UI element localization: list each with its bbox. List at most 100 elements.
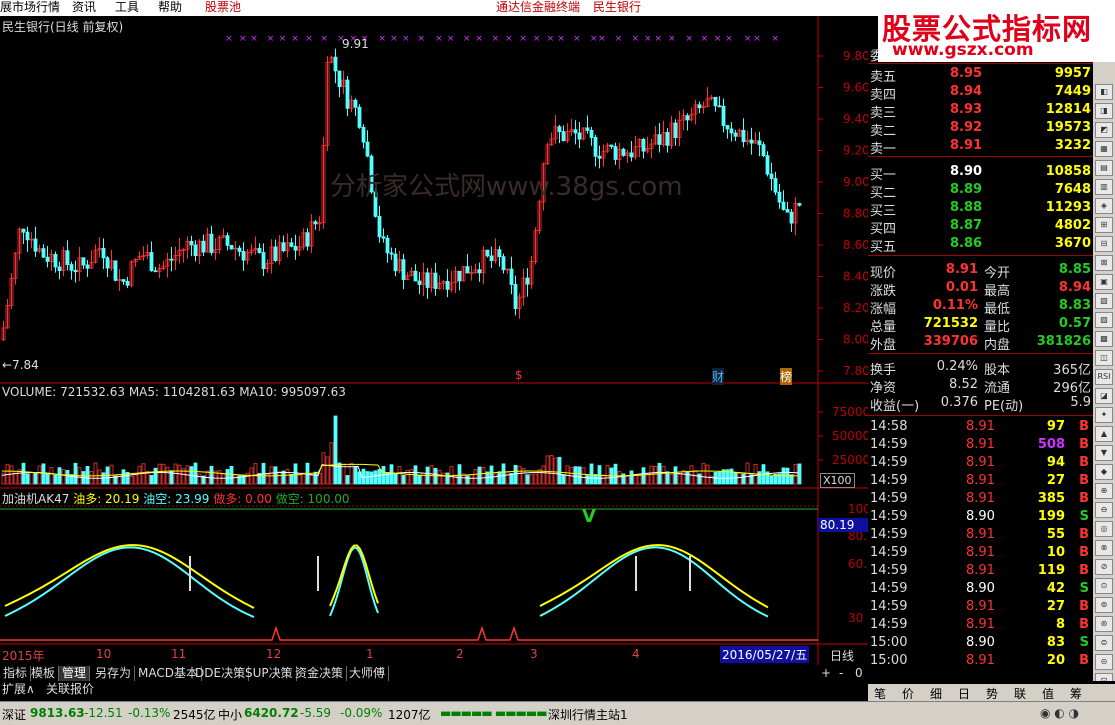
kline-chart[interactable]: 9.80 9.60 9.40 9.20 9.00 8.80 8.60 8.40 8.20 8.00… — [0, 16, 868, 666]
tab-template[interactable]: 模板 — [28, 666, 60, 681]
tab-save-as[interactable]: 另存为 — [92, 666, 136, 681]
signal-marker: × — [573, 34, 581, 44]
signal-marker: × — [753, 34, 761, 44]
menu-item-help[interactable]: 帮助 — [158, 0, 182, 15]
period-label[interactable]: 日线 — [830, 647, 854, 664]
tab-master[interactable]: 大师傅 — [346, 666, 390, 681]
candle-body — [225, 235, 230, 246]
menu-item-stock-pool[interactable]: 股票池 — [205, 0, 241, 15]
event-mark-finance[interactable]: 财 — [712, 368, 725, 385]
volume-bar — [33, 472, 38, 485]
toolbar-icon[interactable]: ▤ — [1095, 160, 1113, 176]
volume-bar — [697, 473, 702, 485]
zoom-in-button[interactable]: + — [818, 666, 834, 681]
tab-chips[interactable]: 筹 — [1070, 685, 1082, 702]
tab-tick[interactable]: 笔 — [874, 685, 886, 702]
chart-area[interactable]: 9.80 9.60 9.40 9.20 9.00 8.80 8.60 8.40 8.20 8.00… — [0, 16, 868, 666]
toolbar-icon[interactable]: ▦ — [1095, 141, 1113, 157]
toolbar-icon[interactable]: ▥ — [1095, 179, 1113, 195]
menu-link-terminal[interactable]: 通达信金融终端 — [496, 0, 580, 15]
toolbar-icon[interactable]: ⊝ — [1095, 654, 1113, 670]
ask-label: 卖一 — [870, 142, 897, 157]
tab-dde[interactable]: DDE决策 — [192, 666, 250, 681]
toolbar-icon[interactable]: ⊞ — [1095, 217, 1113, 233]
volume-bar — [533, 473, 538, 485]
tab-trend[interactable]: 势 — [986, 685, 998, 702]
toolbar-icon[interactable]: ◆ — [1095, 464, 1113, 480]
event-mark-dollar[interactable]: $ — [515, 368, 523, 382]
related-quote-button[interactable]: 关联报价 — [46, 682, 94, 697]
zoom-out-button[interactable]: - — [836, 666, 846, 681]
close-pane-button[interactable]: 0 — [852, 666, 866, 681]
bid-price: 8.90 — [950, 164, 983, 179]
toolbar-icon[interactable]: RSI — [1095, 369, 1113, 385]
menu-link-stock[interactable]: 民生银行 — [593, 0, 641, 15]
toolbar-icon[interactable]: ⊕ — [1095, 483, 1113, 499]
tick-row: 14:59 8.90 42 S — [868, 580, 1093, 598]
tick-time: 15:00 — [870, 653, 908, 668]
candle-body — [629, 152, 634, 158]
event-mark-rank[interactable]: 榜 — [780, 368, 793, 385]
tab-price[interactable]: 价 — [902, 685, 914, 702]
candle-body — [417, 280, 422, 285]
toolbar-icon[interactable]: ◪ — [1095, 388, 1113, 404]
toolbar-icon[interactable]: ▲ — [1095, 426, 1113, 442]
toolbar-icon[interactable]: ◩ — [1095, 122, 1113, 138]
volume-bar — [509, 473, 514, 485]
menu-item-tools[interactable]: 工具 — [115, 0, 139, 15]
toolbar-icon[interactable]: ▣ — [1095, 274, 1113, 290]
volume-bar — [673, 466, 678, 485]
toolbar-icon[interactable]: ⊗ — [1095, 540, 1113, 556]
volume-bar — [437, 469, 442, 485]
tab-link[interactable]: 联 — [1014, 685, 1026, 702]
toolbar-icon[interactable]: ⊖ — [1095, 502, 1113, 518]
toolbar-icon[interactable]: ⊟ — [1095, 236, 1113, 252]
toolbar-icon[interactable]: ⊘ — [1095, 559, 1113, 575]
candle-body — [337, 70, 342, 88]
bid-volume: 7648 — [1054, 182, 1091, 197]
toolbar-icon[interactable]: ⊚ — [1095, 597, 1113, 613]
volume-bar — [293, 463, 298, 485]
tick-volume: 83 — [1046, 635, 1065, 650]
server-name[interactable]: 深圳行情主站1 — [548, 706, 628, 723]
toolbar-icon[interactable]: ⊜ — [1095, 635, 1113, 651]
tab-fund[interactable]: 资金决策 — [292, 666, 348, 681]
toolbar-icon[interactable]: ◈ — [1095, 198, 1113, 214]
volume-bar — [13, 472, 18, 485]
volume-bar — [661, 465, 666, 485]
toolbar-icon[interactable]: ◫ — [1095, 350, 1113, 366]
volume-bar — [737, 473, 742, 485]
bid-row: 买二 8.89 7648 — [868, 181, 1093, 201]
toolbar-icon[interactable]: ▩ — [1095, 331, 1113, 347]
toolbar-icon[interactable]: ▨ — [1095, 312, 1113, 328]
tick-side: B — [1079, 653, 1089, 668]
toolbar-icon[interactable]: ⊙ — [1095, 578, 1113, 594]
toolbar-icon[interactable]: ▧ — [1095, 293, 1113, 309]
volume-bar — [45, 472, 50, 485]
tab-indicator[interactable]: 指标 — [0, 666, 32, 681]
tab-sup[interactable]: SUP决策 — [242, 666, 297, 681]
volume-bar — [177, 464, 182, 485]
volume-bar — [557, 456, 562, 485]
candle-body — [797, 203, 802, 206]
tab-day[interactable]: 日 — [958, 685, 970, 702]
signal-marker: × — [598, 34, 606, 44]
ext-button[interactable]: 扩展∧ — [2, 682, 35, 697]
toolbar-icon[interactable]: ▼ — [1095, 445, 1113, 461]
toolbar-icon[interactable]: ⊠ — [1095, 255, 1113, 271]
toolbar-icon[interactable]: ✦ — [1095, 407, 1113, 423]
toolbar-icon[interactable]: ◨ — [1095, 103, 1113, 119]
tab-manage[interactable]: 管理 — [59, 666, 91, 681]
toolbar-icon[interactable]: ⊛ — [1095, 616, 1113, 632]
tab-detail[interactable]: 细 — [930, 685, 942, 702]
signal-marker: × — [390, 34, 398, 44]
candle-body — [313, 221, 318, 225]
stat-label: 内盘 — [984, 338, 1011, 353]
tab-value[interactable]: 值 — [1042, 685, 1054, 702]
menu-item-market[interactable]: 展市场行情 — [0, 0, 60, 15]
toolbar-icon[interactable]: ◎ — [1095, 521, 1113, 537]
status-icons[interactable]: ◉ ◐ ◑ — [1040, 706, 1079, 720]
toolbar-icon[interactable]: ◧ — [1095, 84, 1113, 100]
menu-item-news[interactable]: 资讯 — [72, 0, 96, 15]
candle-body — [85, 264, 90, 269]
